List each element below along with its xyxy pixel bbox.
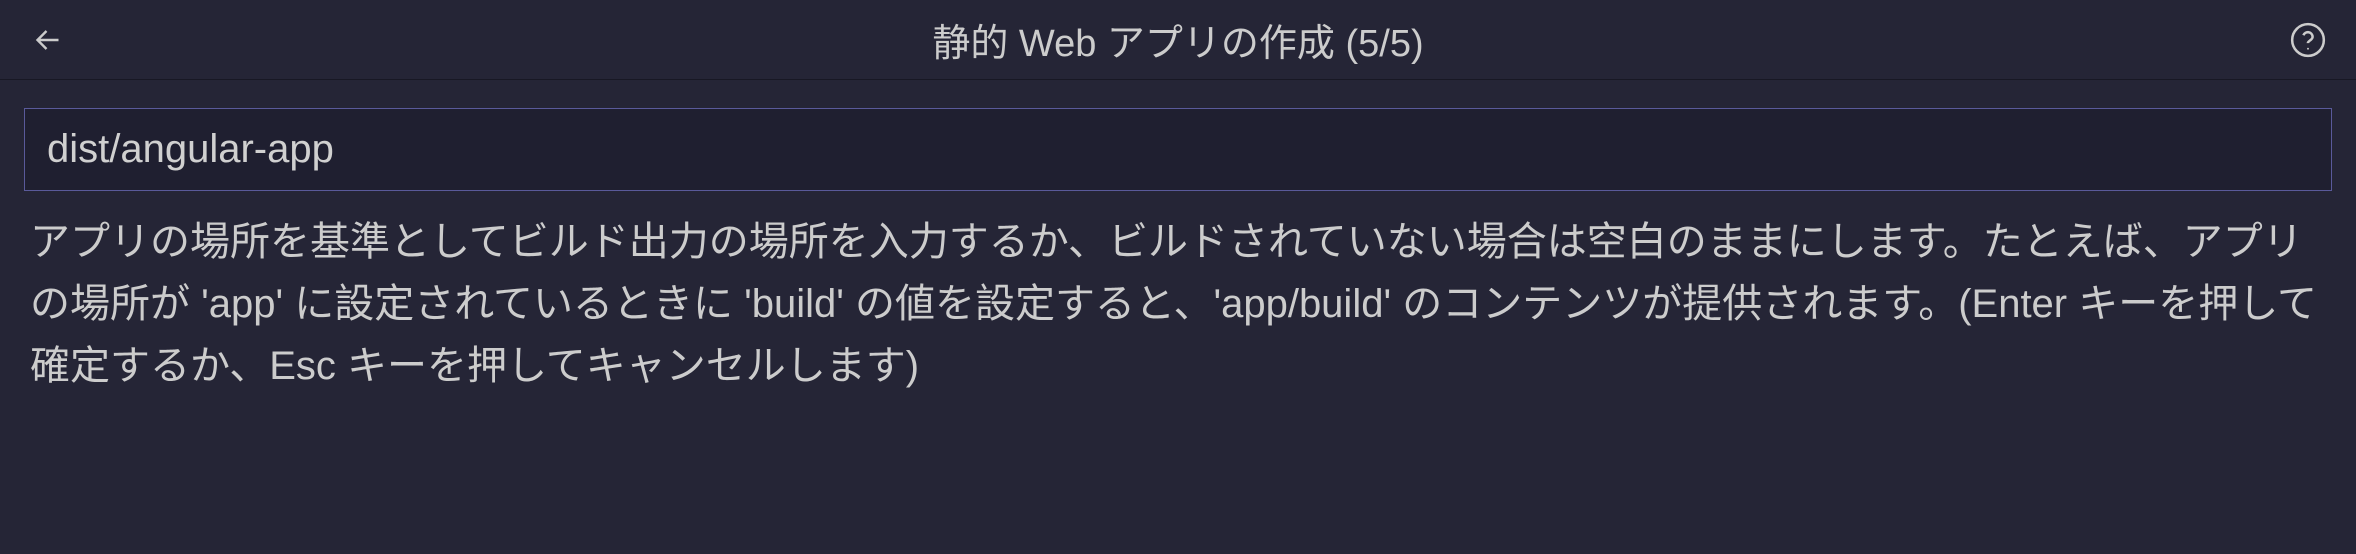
back-button[interactable] xyxy=(24,16,72,64)
build-output-path-input[interactable] xyxy=(24,108,2332,191)
help-button[interactable] xyxy=(2284,16,2332,64)
header-bar: 静的 Web アプリの作成 (5/5) xyxy=(0,0,2356,80)
help-icon xyxy=(2289,21,2327,59)
quick-input-panel: 静的 Web アプリの作成 (5/5) アプリの場所を基準としてビルド出力の場所… xyxy=(0,0,2356,554)
input-wrapper xyxy=(24,108,2332,191)
input-description: アプリの場所を基準としてビルド出力の場所を入力するか、ビルドされていない場合は空… xyxy=(24,211,2332,397)
arrow-left-icon xyxy=(30,22,66,58)
panel-title: 静的 Web アプリの作成 (5/5) xyxy=(72,12,2284,67)
panel-body: アプリの場所を基準としてビルド出力の場所を入力するか、ビルドされていない場合は空… xyxy=(0,80,2356,425)
